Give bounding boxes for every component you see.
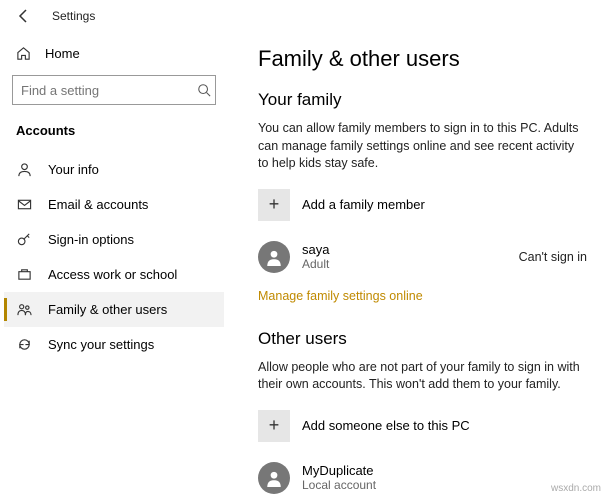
avatar-icon	[258, 462, 290, 494]
sidebar-item-sync[interactable]: Sync your settings	[4, 327, 224, 362]
person-icon	[16, 162, 32, 177]
other-users-description: Allow people who are not part of your fa…	[258, 359, 587, 394]
other-user-row[interactable]: MyDuplicate Local account	[258, 462, 587, 494]
category-header: Accounts	[4, 115, 224, 152]
window-title: Settings	[52, 9, 95, 23]
back-button[interactable]	[16, 8, 32, 24]
avatar-icon	[258, 241, 290, 273]
sync-icon	[16, 337, 32, 352]
mail-icon	[16, 197, 32, 212]
other-user-name: MyDuplicate	[302, 463, 587, 478]
add-family-member-button[interactable]: + Add a family member	[258, 189, 587, 221]
add-other-label: Add someone else to this PC	[302, 418, 470, 433]
plus-icon: +	[258, 189, 290, 221]
sidebar-item-your-info[interactable]: Your info	[4, 152, 224, 187]
other-user-sub: Local account	[302, 478, 587, 492]
home-nav[interactable]: Home	[4, 38, 224, 69]
watermark: wsxdn.com	[551, 483, 601, 494]
family-description: You can allow family members to sign in …	[258, 120, 587, 173]
family-member-name: saya	[302, 242, 519, 257]
sidebar-item-label: Access work or school	[48, 267, 177, 282]
page-title: Family & other users	[258, 46, 587, 72]
other-users-heading: Other users	[258, 329, 587, 349]
family-member-status: Can't sign in	[519, 250, 587, 264]
sidebar-item-label: Your info	[48, 162, 99, 177]
sidebar-item-label: Sign-in options	[48, 232, 134, 247]
family-heading: Your family	[258, 90, 587, 110]
sidebar-item-work-school[interactable]: Access work or school	[4, 257, 224, 292]
manage-family-link[interactable]: Manage family settings online	[258, 289, 423, 303]
content-pane: Family & other users Your family You can…	[228, 32, 607, 500]
briefcase-icon	[16, 267, 32, 282]
add-family-label: Add a family member	[302, 197, 425, 212]
arrow-left-icon	[16, 8, 32, 24]
sidebar-item-signin-options[interactable]: Sign-in options	[4, 222, 224, 257]
search-input[interactable]	[21, 83, 197, 98]
people-icon	[16, 302, 32, 317]
sidebar-item-email-accounts[interactable]: Email & accounts	[4, 187, 224, 222]
sidebar: Home Accounts Your info Email & accounts	[0, 32, 228, 500]
sidebar-item-family-users[interactable]: Family & other users	[4, 292, 224, 327]
home-label: Home	[45, 46, 80, 61]
search-icon	[197, 83, 211, 97]
family-member-row[interactable]: saya Adult Can't sign in	[258, 241, 587, 273]
plus-icon: +	[258, 410, 290, 442]
search-box[interactable]	[12, 75, 216, 105]
key-icon	[16, 232, 32, 247]
sidebar-item-label: Email & accounts	[48, 197, 148, 212]
sidebar-item-label: Family & other users	[48, 302, 167, 317]
titlebar: Settings	[0, 0, 607, 32]
sidebar-item-label: Sync your settings	[48, 337, 154, 352]
add-other-user-button[interactable]: + Add someone else to this PC	[258, 410, 587, 442]
family-member-role: Adult	[302, 257, 519, 271]
home-icon	[16, 46, 31, 61]
